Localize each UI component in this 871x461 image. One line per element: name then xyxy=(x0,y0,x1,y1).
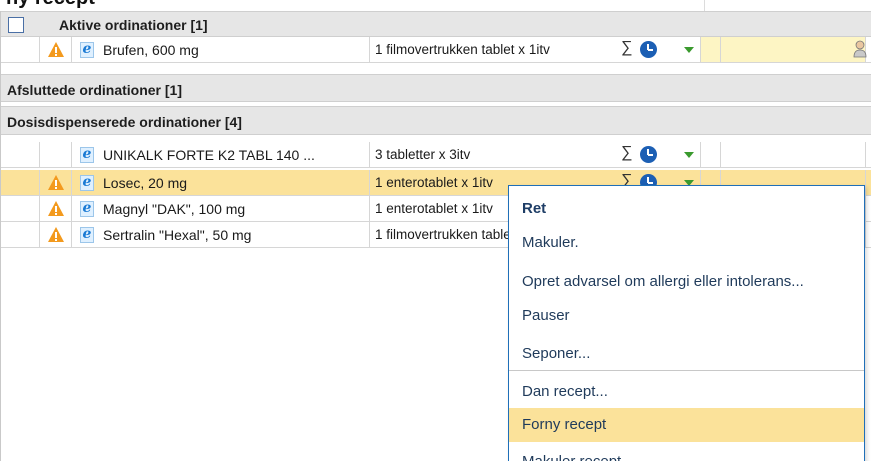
chevron-down-icon[interactable] xyxy=(684,47,694,53)
group-label-active: Aktive ordinationer [1] xyxy=(59,17,208,33)
sigma-icon[interactable]: ∑ xyxy=(621,39,632,57)
table-row[interactable]: e UNIKALK FORTE K2 TABL 140 ... 3 tablet… xyxy=(1,142,871,168)
drug-cell[interactable]: e UNIKALK FORTE K2 TABL 140 ... xyxy=(72,142,370,167)
warning-cell xyxy=(40,170,72,195)
e-icon: e xyxy=(80,42,94,58)
row-checkbox-cell[interactable] xyxy=(1,196,40,221)
warning-cell xyxy=(40,37,72,62)
window-title: ny recept xyxy=(6,0,95,10)
dose-text: 1 enterotablet x 1itv xyxy=(375,201,493,216)
e-icon: e xyxy=(80,147,94,163)
warning-triangle-icon xyxy=(48,175,64,190)
row-checkbox-cell[interactable] xyxy=(1,170,40,195)
menu-item-dan-recept[interactable]: Dan recept... xyxy=(509,375,864,409)
top-strip: ny recept xyxy=(0,0,871,11)
menu-item-opret-advarsel[interactable]: Opret advarsel om allergi eller intolera… xyxy=(509,265,864,299)
row-checkbox-cell[interactable] xyxy=(1,222,40,247)
person-icon[interactable] xyxy=(853,40,867,58)
menu-item-ret[interactable]: Ret xyxy=(509,192,864,226)
drug-cell[interactable]: e Brufen, 600 mg xyxy=(72,37,370,62)
menu-item-seponer[interactable]: Seponer... xyxy=(509,337,864,371)
drug-name: Brufen, 600 mg xyxy=(103,42,199,58)
column-divider xyxy=(704,0,705,11)
group-header-ended[interactable]: Afsluttede ordinationer [1] xyxy=(1,74,871,102)
clock-icon[interactable] xyxy=(640,146,657,163)
group-label-ended: Afsluttede ordinationer [1] xyxy=(7,82,183,98)
dose-cell[interactable]: 1 filmovertrukken tablet x 1itv ∑ xyxy=(370,37,701,62)
table-row[interactable]: e Brufen, 600 mg 1 filmovertrukken table… xyxy=(1,37,871,63)
warning-cell xyxy=(40,222,72,247)
clock-icon[interactable] xyxy=(640,41,657,58)
menu-item-makuler[interactable]: Makuler. xyxy=(509,226,864,260)
drug-name: UNIKALK FORTE K2 TABL 140 ... xyxy=(103,147,315,163)
group-header-dispensed[interactable]: Dosisdispenserede ordinationer [4] xyxy=(1,106,871,135)
menu-item-forny-recept[interactable]: Forny recept xyxy=(509,408,864,442)
warning-cell xyxy=(40,142,72,167)
context-menu: Ret Makuler. Opret advarsel om allergi e… xyxy=(508,185,865,461)
e-icon: e xyxy=(80,175,94,191)
drug-cell[interactable]: e Sertralin "Hexal", 50 mg xyxy=(72,222,370,247)
menu-item-makuler-recept[interactable]: Makuler recept xyxy=(509,445,864,461)
drug-name: Sertralin "Hexal", 50 mg xyxy=(103,227,252,243)
drug-name: Losec, 20 mg xyxy=(103,175,188,191)
drug-cell[interactable]: e Magnyl "DAK", 100 mg xyxy=(72,196,370,221)
warning-cell xyxy=(40,196,72,221)
e-icon: e xyxy=(80,201,94,217)
drug-name: Magnyl "DAK", 100 mg xyxy=(103,201,246,217)
sigma-icon[interactable]: ∑ xyxy=(621,144,632,162)
row-checkbox-cell[interactable] xyxy=(1,37,40,62)
warning-triangle-icon xyxy=(48,42,64,57)
group-label-dispensed: Dosisdispenserede ordinationer [4] xyxy=(7,114,242,130)
status-cell xyxy=(721,37,867,62)
dose-text: 3 tabletter x 3itv xyxy=(375,147,471,162)
warning-triangle-icon xyxy=(48,201,64,216)
e-icon: e xyxy=(80,227,94,243)
menu-item-pauser[interactable]: Pauser xyxy=(509,299,864,333)
empty-cell xyxy=(701,142,721,167)
warning-triangle-icon xyxy=(48,227,64,242)
dose-cell[interactable]: 3 tabletter x 3itv ∑ xyxy=(370,142,701,167)
dose-text: 1 filmovertrukken tablet x 1itv xyxy=(375,42,550,57)
drug-cell[interactable]: e Losec, 20 mg xyxy=(72,170,370,195)
group-header-active[interactable]: Aktive ordinationer [1] xyxy=(1,11,871,37)
status-cell xyxy=(721,142,866,167)
menu-separator xyxy=(509,370,864,371)
row-checkbox-cell[interactable] xyxy=(1,142,40,167)
chevron-down-icon[interactable] xyxy=(684,152,694,158)
select-all-checkbox[interactable] xyxy=(8,17,24,33)
empty-cell xyxy=(701,37,721,62)
dose-text: 1 enterotablet x 1itv xyxy=(375,175,493,190)
